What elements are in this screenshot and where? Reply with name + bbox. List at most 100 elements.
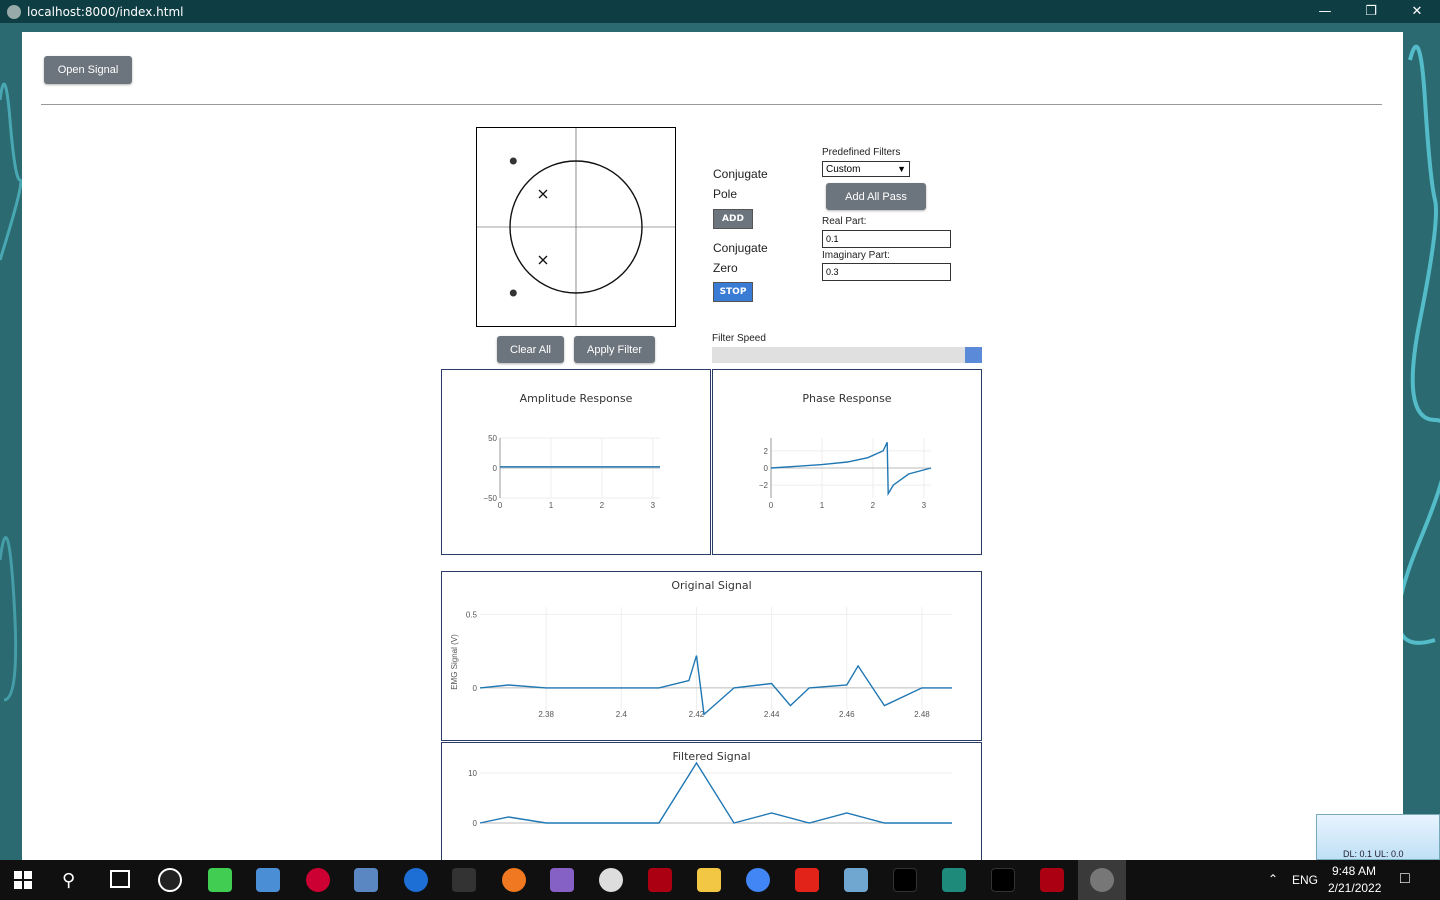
x-tick-label: 3: [651, 501, 656, 510]
pole-marker: [538, 255, 548, 265]
original-ylabel: EMG Signal (V): [450, 634, 459, 690]
network-monitor-widget: DL: 0.1 UL: 0.0: [1316, 814, 1440, 860]
y-tick-label: 10: [468, 769, 477, 778]
divider: [41, 104, 1382, 105]
spider-app-icon[interactable]: [648, 868, 672, 892]
blender-icon[interactable]: [502, 868, 526, 892]
x-tick-label: 2: [871, 501, 876, 510]
amplitude-chart[interactable]: 0 1 2 3500−50: [442, 370, 710, 554]
browser-titlebar: localhost:8000/index.html — ❐ ✕: [0, 0, 1440, 23]
snipping-tool-icon[interactable]: [306, 868, 330, 892]
qt-creator-icon[interactable]: [208, 868, 232, 892]
y-tick-label: 0: [473, 684, 478, 693]
unreal-engine-icon[interactable]: [158, 868, 182, 892]
open-signal-button[interactable]: Open Signal: [44, 56, 132, 84]
writer-icon[interactable]: [404, 868, 428, 892]
phase-response-panel: Phase Response 0 1 2 3 2 0 −2: [712, 369, 982, 555]
spider-app-2-icon[interactable]: [1040, 868, 1064, 892]
filter-speed-slider-thumb[interactable]: [965, 347, 982, 363]
page-content: Open Signal Conjugate Pole ADD Conjugate…: [22, 32, 1403, 860]
filter-speed-slider[interactable]: [712, 347, 982, 363]
series-line: [479, 761, 952, 824]
stop-button[interactable]: STOP: [713, 282, 753, 302]
x-tick-label: 0: [769, 501, 774, 510]
file-explorer-icon[interactable]: [697, 868, 721, 892]
add-all-pass-button[interactable]: Add All Pass: [826, 183, 926, 210]
search-icon[interactable]: ⚲: [62, 870, 75, 891]
x-tick-label: 2.46: [839, 710, 855, 719]
chrome-icon[interactable]: [746, 868, 770, 892]
y-tick-label: 0: [493, 464, 498, 473]
language-indicator[interactable]: ENG: [1292, 873, 1318, 887]
chevron-down-icon: ▼: [897, 164, 906, 174]
notepad-icon[interactable]: [942, 868, 966, 892]
original-signal-panel: Original Signal EMG Signal (V) 2.38 2.4 2.…: [441, 571, 982, 741]
y-tick-label: 0: [473, 819, 478, 828]
task-view-icon[interactable]: [110, 870, 130, 888]
apply-filter-button[interactable]: Apply Filter: [574, 336, 655, 363]
network-rate: DL: 0.1 UL: 0.0: [1343, 849, 1404, 859]
globe-icon: [7, 4, 21, 19]
y-tick-label: 0: [764, 464, 769, 473]
add-button[interactable]: ADD: [713, 209, 753, 229]
restore-icon[interactable]: ❐: [1348, 0, 1394, 23]
x-tick-label: 3: [922, 501, 927, 510]
predefined-filters-label: Predefined Filters: [822, 147, 901, 158]
x-tick-label: 2.38: [538, 710, 554, 719]
close-icon[interactable]: ✕: [1394, 0, 1440, 23]
y-tick-label: 2: [764, 447, 769, 456]
clear-all-button[interactable]: Clear All: [497, 336, 564, 363]
notification-icon[interactable]: □: [1400, 870, 1410, 888]
taskbar: ⚲ ⌃ ENG 9:48 AM 2/21/2022 □: [0, 860, 1440, 900]
real-part-input[interactable]: [822, 230, 951, 248]
visual-studio-icon[interactable]: [550, 868, 574, 892]
x-tick-label: 0: [498, 501, 503, 510]
browser-app-icon: [1090, 868, 1114, 892]
z-plane-canvas[interactable]: [477, 128, 675, 326]
amplitude-response-panel: Amplitude Response 0 1 2 3 50 0 −50: [441, 369, 711, 555]
series-line: [479, 655, 952, 716]
monitor-app-icon[interactable]: [844, 868, 868, 892]
x-tick-label: 2.42: [689, 710, 705, 719]
filtered-signal-chart[interactable]: 100−10: [442, 743, 981, 860]
conjugate-zero-label: Conjugate Zero: [713, 241, 768, 275]
console-icon[interactable]: [991, 868, 1015, 892]
phase-chart[interactable]: 0 1 2 3 2 0 −2: [713, 370, 981, 554]
filter-speed-label: Filter Speed: [712, 333, 766, 344]
conjugate-pole-label: Conjugate Pole: [713, 167, 768, 201]
pole-marker: [538, 189, 548, 199]
control-panel-icon[interactable]: [354, 868, 378, 892]
browser-address: localhost:8000/index.html: [27, 4, 184, 19]
wps-icon[interactable]: [795, 868, 819, 892]
chevron-up-icon[interactable]: ⌃: [1268, 872, 1278, 886]
x-tick-label: 2: [600, 501, 605, 510]
y-tick-label: 0.5: [466, 610, 478, 619]
zero-marker: [509, 289, 517, 297]
x-tick-label: 2.4: [616, 710, 628, 719]
x-tick-label: 1: [549, 501, 554, 510]
y-tick-label: 50: [488, 434, 497, 443]
z-plane[interactable]: [476, 127, 676, 327]
unity-icon[interactable]: [452, 868, 476, 892]
filtered-signal-panel: Filtered Signal 100−10: [441, 742, 982, 860]
original-signal-chart[interactable]: EMG Signal (V) 2.38 2.4 2.42 2.44 2.46 2.48 0.…: [442, 572, 981, 740]
search-tool-icon[interactable]: [256, 868, 280, 892]
real-part-label: Real Part:: [822, 216, 867, 227]
clock-time[interactable]: 9:48 AM: [1332, 864, 1376, 878]
imaginary-part-label: Imaginary Part:: [822, 250, 890, 261]
windows-start-icon[interactable]: [14, 871, 32, 889]
predefined-filters-value: Custom: [826, 163, 861, 175]
minimize-icon[interactable]: —: [1302, 0, 1348, 23]
imaginary-part-input[interactable]: [822, 263, 951, 281]
x-tick-label: 1: [820, 501, 825, 510]
x-tick-label: 2.48: [914, 710, 930, 719]
active-app-tile[interactable]: [1078, 860, 1126, 900]
predefined-filters-select[interactable]: Custom ▼: [822, 161, 910, 177]
clock-app-icon[interactable]: [599, 868, 623, 892]
x-tick-label: 2.44: [764, 710, 780, 719]
y-tick-label: −2: [759, 481, 769, 490]
y-tick-label: −50: [483, 494, 497, 503]
zero-marker: [509, 157, 517, 165]
clock-date[interactable]: 2/21/2022: [1328, 881, 1381, 895]
terminal-icon[interactable]: [893, 868, 917, 892]
